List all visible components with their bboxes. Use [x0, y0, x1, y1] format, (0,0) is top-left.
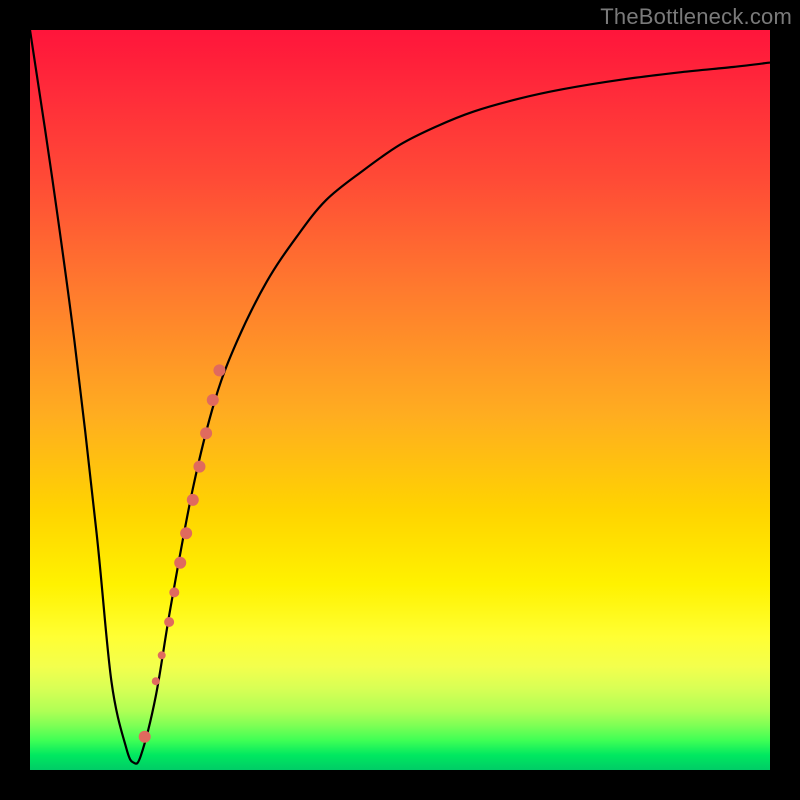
highlight-dots-group — [139, 364, 226, 742]
watermark-text: TheBottleneck.com — [600, 4, 792, 30]
plot-area — [30, 30, 770, 770]
highlight-dot — [174, 557, 186, 569]
highlight-dot — [207, 394, 219, 406]
highlight-dot — [164, 617, 174, 627]
highlight-dot — [180, 527, 192, 539]
curve-svg — [30, 30, 770, 770]
highlight-dot — [187, 494, 199, 506]
highlight-dot — [213, 364, 225, 376]
chart-frame: TheBottleneck.com — [0, 0, 800, 800]
highlight-dot — [169, 587, 179, 597]
highlight-dot — [200, 427, 212, 439]
highlight-dot — [158, 651, 166, 659]
highlight-dot — [152, 677, 160, 685]
highlight-dot — [193, 461, 205, 473]
bottleneck-curve — [30, 30, 770, 764]
highlight-dot — [139, 731, 151, 743]
